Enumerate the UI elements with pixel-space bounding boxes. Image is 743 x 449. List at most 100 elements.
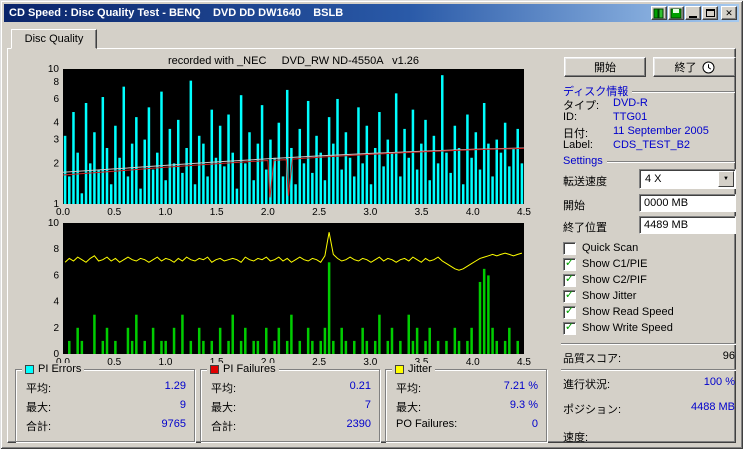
svg-text:8: 8 (53, 244, 59, 255)
checkbox-show-read-speed[interactable]: ✓ Show Read Speed (563, 305, 674, 319)
position-value: 4488 MB (690, 401, 735, 413)
svg-text:4.5: 4.5 (517, 357, 531, 367)
svg-text:4.5: 4.5 (517, 207, 531, 217)
stat-row: 合計: 2390 (211, 418, 371, 433)
stat-row: 最大: 7 (211, 399, 371, 414)
stat-row: 平均: 0.21 (211, 380, 371, 395)
caption-buttons: ✕ (650, 6, 737, 20)
legend-label: Jitter (408, 363, 432, 375)
transfer-speed-label: 転送速度 (563, 176, 607, 188)
close-icon: ✕ (725, 7, 733, 18)
checkbox-show-c2-pif[interactable]: ✓ Show C2/PIF (563, 273, 647, 287)
svg-text:1.0: 1.0 (158, 207, 172, 217)
disk-icon (670, 8, 682, 18)
legend-label: PI Failures (223, 363, 276, 375)
divider (632, 90, 735, 93)
legend-label: PI Errors (38, 363, 82, 375)
disc-date-row: 日付: 11 September 2005 (563, 125, 709, 140)
pi-errors-chart: 108643210.0 0.5 1.0 1.5 2.0 2.5 3.0 3.5 4.0 4.5 (48, 64, 532, 217)
quality-score-row: 品質スコア: 96 (563, 350, 735, 365)
disc-label-row: Label: CDS_TEST_B2 (563, 139, 691, 151)
exit-button[interactable]: 終了 (653, 57, 736, 77)
app-window: CD Speed : Disc Quality Test - BENQ DVD … (0, 0, 743, 449)
checkbox-show-jitter[interactable]: ✓ Show Jitter (563, 289, 636, 303)
pi-errors-legend: PI Errors (22, 363, 85, 375)
titlebar[interactable]: CD Speed : Disc Quality Test - BENQ DVD … (4, 4, 739, 22)
start-button[interactable]: 開始 (564, 57, 646, 77)
svg-text:2.5: 2.5 (312, 207, 326, 217)
svg-text:6: 6 (53, 270, 59, 281)
window-title: CD Speed : Disc Quality Test - BENQ DVD … (9, 7, 344, 19)
checkbox-show-write-speed[interactable]: ✓ Show Write Speed (563, 321, 673, 335)
disc-id-row: ID: TTG01 (563, 111, 648, 123)
divider (561, 343, 736, 345)
maximize-button[interactable] (702, 6, 718, 20)
transfer-speed-select[interactable]: 4 X ▼ (639, 169, 736, 189)
start-mb-input[interactable] (639, 194, 736, 212)
stat-row: PO Failures: 0 (396, 418, 538, 430)
svg-text:8: 8 (53, 77, 59, 88)
svg-text:3.5: 3.5 (415, 207, 429, 217)
books-icon (653, 8, 664, 18)
svg-text:0.0: 0.0 (56, 207, 70, 217)
check-icon: ✓ (564, 273, 575, 285)
checkbox-quick-scan[interactable]: ✓ Quick Scan (563, 241, 638, 255)
progress-row: 進行状況: 100 % (563, 376, 735, 391)
clock-icon (702, 61, 714, 73)
svg-text:0.5: 0.5 (107, 357, 121, 367)
minimize-button[interactable] (685, 6, 701, 20)
checkbox-box: ✓ (563, 241, 576, 255)
minimize-icon (689, 15, 697, 18)
svg-text:4.0: 4.0 (466, 207, 480, 217)
checkbox-box: ✓ (563, 273, 576, 287)
jitter-legend: Jitter (392, 363, 435, 375)
svg-text:4: 4 (53, 297, 59, 308)
pi-failures-panel: PI Failures 平均: 0.21 最大: 7 合計: 2390 (200, 363, 380, 442)
svg-text:2.5: 2.5 (312, 357, 326, 367)
svg-text:3.0: 3.0 (363, 207, 377, 217)
pi-errors-swatch (25, 364, 34, 374)
quality-score-value: 96 (722, 350, 735, 362)
pi-failures-swatch (210, 364, 219, 374)
settings-header: Settings (563, 155, 735, 167)
svg-text:4: 4 (53, 118, 59, 129)
end-position-input[interactable] (639, 216, 736, 234)
check-icon: ✓ (564, 257, 575, 269)
stat-row: 合計: 9765 (26, 418, 186, 433)
check-icon: ✓ (564, 321, 575, 333)
maximize-icon (705, 9, 715, 17)
green-disk-icon[interactable] (668, 6, 684, 20)
stat-row: 平均: 7.21 % (396, 380, 538, 395)
stat-row: 最大: 9 (26, 399, 186, 414)
disc-type-row: タイプ: DVD-R (563, 97, 648, 112)
pi-failures-jitter-chart: 10864200.0 0.5 1.0 1.5 2.0 2.5 3.0 3.5 4.0 4.5 (48, 218, 532, 367)
green-books-icon[interactable] (651, 6, 667, 20)
svg-text:1.0: 1.0 (158, 357, 172, 367)
svg-text:10: 10 (48, 64, 60, 75)
checkbox-box: ✓ (563, 321, 576, 335)
tab-disc-quality[interactable]: Disc Quality (11, 29, 97, 49)
svg-text:2: 2 (53, 323, 59, 334)
svg-text:10: 10 (48, 218, 60, 229)
checkbox-box: ✓ (563, 257, 576, 271)
check-icon: ✓ (564, 305, 575, 317)
end-position-label: 終了位置 (563, 222, 607, 234)
checkbox-box: ✓ (563, 289, 576, 303)
pi-errors-panel: PI Errors 平均: 1.29 最大: 9 合計: 9765 (15, 363, 195, 442)
svg-text:3: 3 (53, 135, 59, 146)
stat-row: 最大: 9.3 % (396, 399, 538, 414)
svg-text:1.5: 1.5 (210, 207, 224, 217)
start-mb-label: 開始 (563, 200, 585, 212)
chevron-down-icon[interactable]: ▼ (718, 171, 734, 187)
jitter-panel: Jitter 平均: 7.21 % 最大: 9.3 % PO Failures: 0 (385, 363, 547, 442)
svg-text:4.0: 4.0 (466, 357, 480, 367)
speed-row: 速度: (563, 432, 589, 444)
divider (606, 160, 735, 163)
close-button[interactable]: ✕ (721, 6, 737, 20)
jitter-swatch (395, 364, 404, 374)
svg-text:2.0: 2.0 (261, 207, 275, 217)
svg-text:3.0: 3.0 (363, 357, 377, 367)
progress-value: 100 % (703, 376, 735, 388)
checkbox-show-c1-pie[interactable]: ✓ Show C1/PIE (563, 257, 647, 271)
check-icon: ✓ (564, 289, 575, 301)
